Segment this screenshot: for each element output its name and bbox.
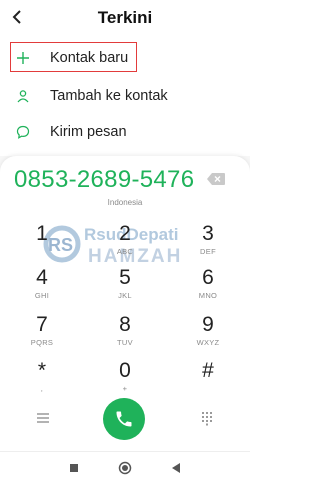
key-0[interactable]: 0 + [93, 359, 157, 401]
key-letters: ABC [116, 247, 134, 256]
key-5[interactable]: 5 JKL [93, 266, 157, 308]
key-2[interactable]: 2 ABC [93, 222, 157, 264]
menu-icon[interactable] [34, 410, 52, 426]
country-label: Indonesia [107, 198, 143, 207]
key-digit: 4 [36, 266, 48, 289]
page-title: Terkini [97, 8, 153, 27]
key-digit: 8 [119, 313, 131, 336]
plus-icon [14, 49, 32, 67]
action-list: Kontak baru Tambah ke kontak Kirim pesan [0, 36, 250, 156]
new-contact-item[interactable]: Kontak baru [0, 38, 250, 78]
key-9[interactable]: 9 WXYZ [176, 313, 240, 355]
key-digit: * [37, 359, 47, 382]
back-nav-icon[interactable] [168, 460, 184, 476]
key-star[interactable]: * , [10, 359, 74, 401]
key-letters: TUV [117, 338, 133, 347]
add-to-contact-item[interactable]: Tambah ke kontak [0, 76, 250, 116]
send-message-item[interactable]: Kirim pesan [0, 112, 250, 152]
phone-icon [116, 411, 132, 427]
add-to-contact-label: Tambah ke kontak [50, 88, 168, 104]
key-digit: 6 [202, 266, 214, 289]
key-digit: 3 [202, 222, 214, 245]
key-letters: WXYZ [196, 338, 220, 347]
header: Terkini [0, 0, 250, 36]
person-icon [14, 87, 32, 105]
dialer-app: Terkini Kontak baru Tambah ke kontak Kir… [0, 0, 250, 483]
key-digit: 5 [119, 266, 131, 289]
message-bubble-icon [14, 123, 32, 141]
key-digit: 2 [119, 222, 131, 245]
key-7[interactable]: 7 PQRS [10, 313, 74, 355]
call-button[interactable] [103, 398, 145, 440]
key-letters: MNO [198, 291, 218, 300]
key-digit: 1 [36, 222, 48, 245]
key-letters: DEF [200, 247, 216, 256]
system-nav-bar [0, 451, 250, 483]
key-letters: , [40, 384, 44, 393]
key-hash[interactable]: # [176, 359, 240, 401]
key-8[interactable]: 8 TUV [93, 313, 157, 355]
dialpad-icon[interactable] [198, 410, 216, 426]
key-4[interactable]: 4 GHI [10, 266, 74, 308]
key-letters: GHI [34, 291, 50, 300]
home-icon[interactable] [117, 460, 133, 476]
dialed-number: 0853-2689-5476 [14, 166, 195, 193]
key-digit: 0 [119, 359, 131, 382]
key-digit: # [202, 359, 214, 382]
send-message-label: Kirim pesan [50, 124, 127, 140]
recent-apps-icon[interactable] [66, 460, 82, 476]
key-1[interactable]: 1 [10, 222, 74, 264]
key-letters: JKL [118, 291, 132, 300]
dial-panel: 0853-2689-5476 Indonesia RS RsudDepati H… [0, 156, 250, 451]
key-letters: + [122, 384, 128, 393]
key-digit: 9 [202, 313, 214, 336]
key-digit: 7 [36, 313, 48, 336]
backspace-icon[interactable] [206, 172, 226, 186]
key-6[interactable]: 6 MNO [176, 266, 240, 308]
new-contact-label: Kontak baru [50, 50, 129, 66]
key-letters: PQRS [30, 338, 54, 347]
key-3[interactable]: 3 DEF [176, 222, 240, 264]
